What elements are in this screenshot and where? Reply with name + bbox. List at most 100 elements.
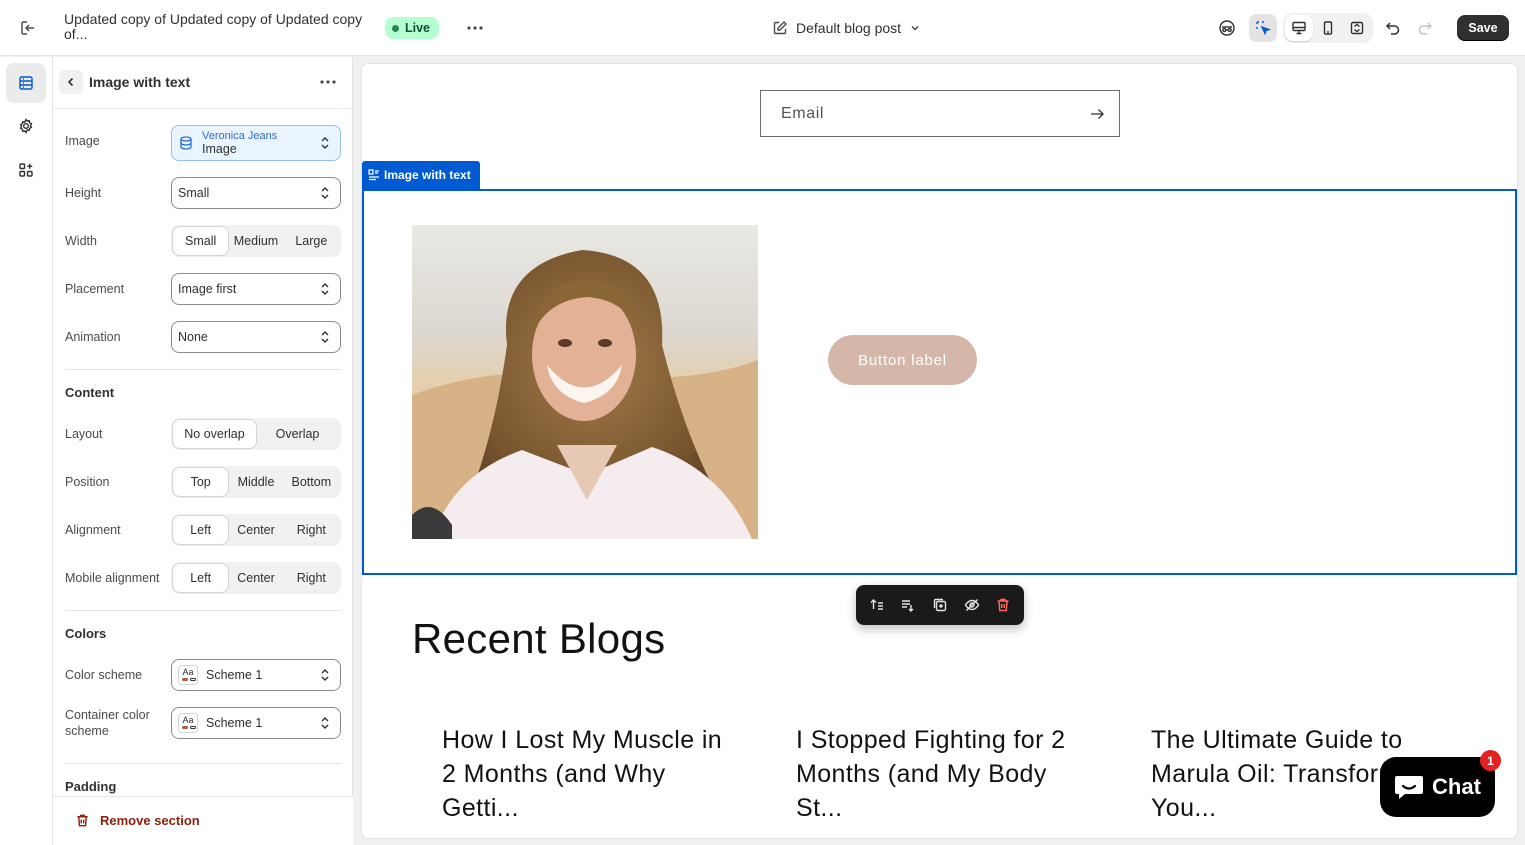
shopify-chat-button[interactable]: Chat	[1380, 757, 1495, 817]
position-label: Position	[65, 475, 110, 489]
mobile-alignment-option-right[interactable]: Right	[284, 564, 339, 592]
hide-section-button[interactable]	[958, 591, 986, 619]
mobile-alignment-option-center[interactable]: Center	[228, 564, 283, 592]
chat-label: Chat	[1432, 774, 1481, 799]
move-down-button[interactable]	[895, 591, 923, 619]
divider	[65, 610, 341, 611]
placement-select[interactable]: Image first	[171, 273, 341, 305]
move-up-icon	[870, 599, 883, 610]
section-photo	[412, 225, 758, 539]
alignment-option-left[interactable]: Left	[173, 516, 229, 544]
more-horizontal-icon	[320, 80, 336, 84]
theme-actions-button[interactable]	[462, 15, 488, 41]
template-name: Default blog post	[796, 20, 902, 36]
portrait-image	[412, 225, 758, 539]
select-chevrons-icon	[321, 717, 329, 729]
sections-icon	[19, 76, 33, 90]
animation-select[interactable]: None	[171, 321, 341, 353]
swatch-text: Aa	[182, 667, 194, 677]
redo-button[interactable]	[1411, 14, 1439, 42]
height-label: Height	[65, 186, 102, 200]
select-chevrons-icon	[321, 331, 329, 343]
container-color-scheme-select[interactable]: Aa Scheme 1	[171, 707, 341, 739]
alignment-option-center[interactable]: Center	[228, 516, 283, 544]
color-scheme-swatch: Aa	[178, 713, 198, 733]
blog-card-title[interactable]: I Stopped Fighting for 2 Months (and My …	[796, 723, 1086, 825]
width-option-small[interactable]: Small	[173, 227, 229, 255]
colors-group-title: Colors	[65, 626, 107, 641]
remove-section-label: Remove section	[100, 813, 200, 828]
move-up-button[interactable]	[863, 591, 891, 619]
alignment-option-right[interactable]: Right	[284, 516, 339, 544]
inspector-select-button[interactable]	[1249, 14, 1277, 42]
newsletter-email-input[interactable]: Email	[760, 90, 1120, 137]
width-option-medium[interactable]: Medium	[228, 227, 283, 255]
section-button[interactable]: Button label	[828, 335, 977, 385]
move-down-icon	[902, 600, 914, 612]
selected-section-tag[interactable]: Image with text	[362, 161, 480, 189]
undo-button[interactable]	[1379, 14, 1407, 42]
trash-icon	[77, 814, 88, 827]
placement-value: Image first	[178, 282, 237, 296]
position-option-bottom[interactable]: Bottom	[284, 468, 339, 496]
layout-option-overlap[interactable]: Overlap	[256, 420, 339, 448]
width-label: Width	[65, 234, 97, 248]
mobile-icon	[1323, 21, 1333, 35]
select-chevrons-icon	[321, 669, 329, 681]
section-more-button[interactable]	[315, 69, 341, 95]
position-segmented-control: Top Middle Bottom	[171, 466, 341, 498]
delete-section-button[interactable]	[989, 591, 1017, 619]
back-button[interactable]	[59, 70, 83, 94]
save-button[interactable]: Save	[1457, 15, 1509, 41]
desktop-icon	[1292, 21, 1306, 35]
width-option-large[interactable]: Large	[284, 227, 339, 255]
duplicate-button[interactable]	[926, 591, 954, 619]
desktop-view-button[interactable]	[1285, 15, 1313, 41]
layout-label: Layout	[65, 427, 103, 441]
template-picker[interactable]: Default blog post	[772, 15, 921, 41]
rail-apps-button[interactable]	[6, 150, 46, 190]
rail-settings-button[interactable]	[6, 106, 46, 146]
expand-icon	[1350, 21, 1364, 35]
remove-section-button[interactable]: Remove section	[75, 813, 200, 828]
divider	[65, 763, 341, 764]
image-source-select[interactable]: Veronica Jeans Image	[171, 125, 341, 161]
chat-notification-badge: 1	[1480, 750, 1501, 771]
mobile-view-button[interactable]	[1314, 15, 1342, 41]
recent-blogs-heading: Recent Blogs	[412, 615, 666, 662]
apps-icon	[19, 163, 33, 177]
storefront-preview: Email Image with text Button label Recen…	[362, 64, 1517, 838]
mobile-alignment-segmented-control: Left Center Right	[171, 562, 341, 594]
height-select[interactable]: Small	[171, 177, 341, 209]
left-rail	[0, 57, 53, 845]
divider	[65, 369, 341, 370]
position-option-middle[interactable]: Middle	[228, 468, 283, 496]
color-scheme-label: Color scheme	[65, 668, 143, 682]
section-floating-toolbar	[856, 585, 1024, 625]
rail-sections-button[interactable]	[6, 63, 46, 103]
database-icon	[180, 136, 192, 150]
select-chevrons-icon	[321, 137, 329, 149]
blog-card-title[interactable]: How I Lost My Muscle in 2 Months (and Wh…	[442, 723, 732, 825]
swatch-text: Aa	[182, 715, 194, 725]
image-with-text-section[interactable]: Button label	[362, 189, 1517, 575]
panel-footer: Remove section	[53, 796, 353, 845]
preview-inspector-button[interactable]	[1213, 14, 1241, 42]
arrow-right-icon[interactable]	[1089, 106, 1105, 122]
email-placeholder: Email	[781, 104, 825, 122]
alignment-label: Alignment	[65, 523, 121, 537]
exit-button[interactable]	[14, 14, 42, 42]
mobile-alignment-option-left[interactable]: Left	[173, 564, 229, 592]
fullscreen-view-button[interactable]	[1343, 15, 1371, 41]
width-segmented-control: Small Medium Large	[171, 225, 341, 257]
live-status-badge: Live	[385, 17, 440, 39]
redo-icon	[1418, 22, 1433, 35]
position-option-top[interactable]: Top	[173, 468, 229, 496]
image-label: Image	[65, 134, 100, 148]
image-text-section-icon	[368, 169, 379, 181]
layout-option-no-overlap[interactable]: No overlap	[173, 420, 256, 448]
exit-icon	[21, 21, 34, 35]
mobile-alignment-label: Mobile alignment	[65, 571, 160, 585]
section-settings-panel: Image with text Image Veronica Jeans Ima…	[53, 57, 353, 845]
color-scheme-select[interactable]: Aa Scheme 1	[171, 659, 341, 691]
